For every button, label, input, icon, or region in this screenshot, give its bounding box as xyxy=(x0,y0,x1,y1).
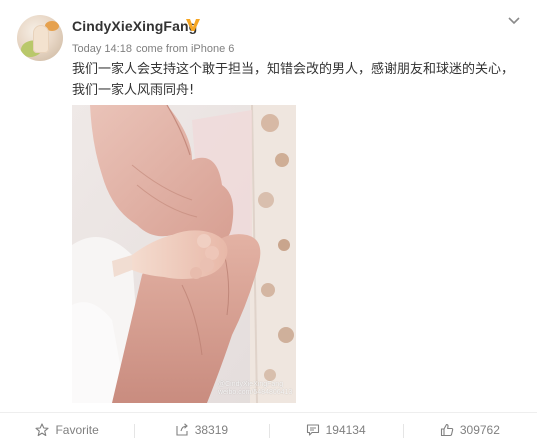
post-meta: Today 14:18 come from iPhone 6 xyxy=(72,43,238,55)
photo-illustration xyxy=(72,105,296,403)
username-link[interactable]: CindyXieXingFang xyxy=(72,18,197,34)
post-text: 我们一家人会支持这个敢于担当，知错会改的男人，感谢朋友和球迷的关心，我们一家人风… xyxy=(72,62,515,98)
verified-v-badge-icon xyxy=(186,19,200,31)
thumbs-up-icon xyxy=(440,423,454,437)
comment-button[interactable]: 194134 xyxy=(268,413,403,447)
favorite-label: Favorite xyxy=(55,423,99,437)
user-avatar[interactable] xyxy=(17,15,63,61)
like-count: 309762 xyxy=(459,423,500,437)
chevron-down-icon[interactable] xyxy=(507,14,521,28)
share-icon xyxy=(176,423,188,436)
post-timestamp[interactable]: Today 14:18 xyxy=(72,43,132,55)
photo-watermark: @CindyXieXingFang weibo.com/5484806413 xyxy=(218,381,293,396)
post-photo[interactable] xyxy=(72,105,296,403)
favorite-button[interactable]: Favorite xyxy=(0,413,134,447)
post-action-bar: Favorite 38319 194134 309762 xyxy=(0,413,537,447)
star-icon xyxy=(35,423,49,437)
forward-count: 38319 xyxy=(194,423,229,437)
comment-count: 194134 xyxy=(325,423,366,437)
weibo-post-card: CindyXieXingFang Today 14:18 come from iP… xyxy=(0,0,537,447)
comment-icon xyxy=(306,424,319,436)
like-button[interactable]: 309762 xyxy=(402,413,537,447)
forward-button[interactable]: 38319 xyxy=(134,413,268,447)
post-source: come from iPhone 6 xyxy=(135,43,235,55)
